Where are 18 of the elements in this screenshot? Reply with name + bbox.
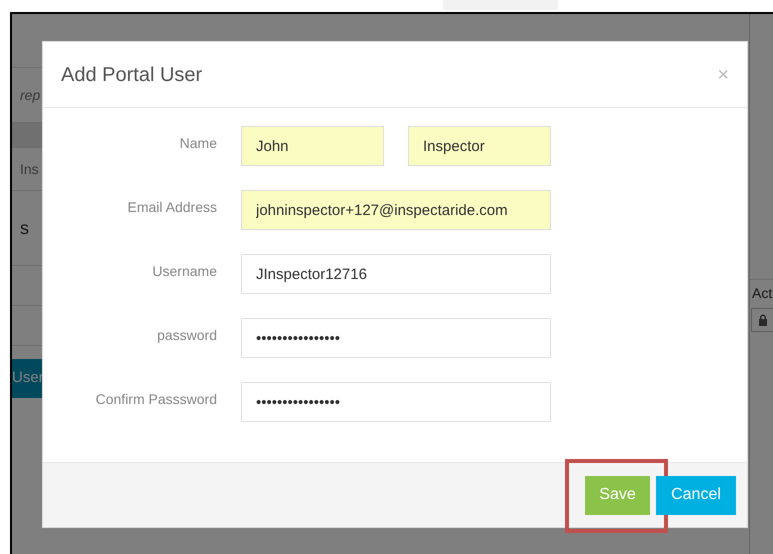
field-label: Name: [180, 134, 217, 153]
dialog-title: Add Portal User: [61, 62, 202, 88]
input-field[interactable]: ••••••••••••••••: [241, 382, 551, 422]
input-field[interactable]: John: [241, 126, 384, 166]
background-text: Ins: [20, 160, 39, 178]
column-header: Act: [752, 284, 772, 303]
input-field[interactable]: ••••••••••••••••: [241, 318, 551, 358]
input-field[interactable]: JInspector12716: [241, 254, 551, 294]
field-label: Username: [152, 262, 217, 281]
field-label: Confirm Passsword: [96, 390, 217, 409]
background-text: rep: [20, 86, 40, 105]
input-field[interactable]: Inspector: [408, 126, 551, 166]
input-field[interactable]: johninspector+127@inspectaride.com: [241, 190, 551, 230]
background-text: s: [20, 216, 29, 240]
lock-icon: [758, 314, 768, 326]
lock-button[interactable]: [751, 308, 773, 332]
field-label: password: [157, 326, 217, 345]
field-label: Email Address: [128, 198, 217, 217]
